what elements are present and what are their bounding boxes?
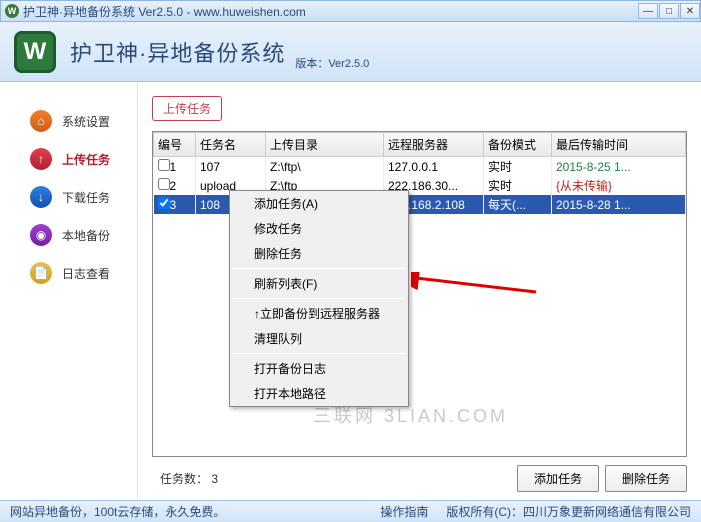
close-button[interactable]: ✕ xyxy=(680,3,700,19)
download-icon: ↓ xyxy=(30,186,52,208)
sidebar: ⌂ 系统设置 ↑ 上传任务 ↓ 下载任务 ◉ 本地备份 📄 日志查看 xyxy=(0,82,138,500)
sidebar-item-log[interactable]: 📄 日志查看 xyxy=(0,254,137,292)
upload-icon: ↑ xyxy=(30,148,52,170)
titlebar-text: 护卫神·异地备份系统 Ver2.5.0 - www.huweishen.com xyxy=(23,3,637,20)
row-checkbox[interactable] xyxy=(158,178,170,190)
col-id[interactable]: 编号 xyxy=(154,133,196,157)
cell-mode: 每天(... xyxy=(484,195,552,214)
cell-mode: 实时 xyxy=(484,157,552,177)
bottom-bar: 任务数： 3 添加任务 删除任务 xyxy=(152,457,687,492)
cell-time: 2015-8-28 1... xyxy=(552,195,686,214)
upload-task-button[interactable]: 上传任务 xyxy=(152,96,222,121)
menu-item[interactable]: 刷新列表(F) xyxy=(230,271,408,296)
menu-item[interactable]: 清理队列 xyxy=(230,326,408,351)
sidebar-item-local[interactable]: ◉ 本地备份 xyxy=(0,216,137,254)
menu-item[interactable]: ↑立即备份到远程服务器 xyxy=(230,301,408,326)
task-count: 任务数： 3 xyxy=(152,470,511,487)
sidebar-item-label: 本地备份 xyxy=(62,227,110,244)
col-name[interactable]: 任务名 xyxy=(196,133,266,157)
logo-icon: W xyxy=(14,31,56,73)
context-menu: 添加任务(A)修改任务删除任务刷新列表(F) ↑立即备份到远程服务器清理队列打开备… xyxy=(229,190,409,407)
app-version: 版本：Ver2.5.0 xyxy=(295,55,369,71)
footer-guide[interactable]: 操作指南 xyxy=(380,503,428,520)
sidebar-item-label: 日志查看 xyxy=(62,265,110,282)
cell-name: 107 xyxy=(196,157,266,177)
sidebar-item-upload[interactable]: ↑ 上传任务 xyxy=(0,140,137,178)
house-icon: ⌂ xyxy=(30,110,52,132)
add-task-button[interactable]: 添加任务 xyxy=(517,465,599,492)
minimize-button[interactable]: — xyxy=(638,3,658,19)
arrow-annotation xyxy=(411,272,541,302)
menu-item[interactable]: 打开本地路径 xyxy=(230,381,408,406)
app-header: W 护卫神·异地备份系统 版本：Ver2.5.0 xyxy=(0,22,701,82)
content-area: 上传任务 编号 任务名 上传目录 远程服务器 备份模式 最后传输时间 1107Z… xyxy=(138,82,701,500)
menu-item[interactable]: 打开备份日志 xyxy=(230,356,408,381)
task-table: 编号 任务名 上传目录 远程服务器 备份模式 最后传输时间 1107Z:\ftp… xyxy=(152,131,687,457)
table-row[interactable]: 1107Z:\ftp\127.0.0.1实时2015-8-25 1... xyxy=(154,157,686,177)
menu-separator xyxy=(232,353,406,354)
sidebar-item-label: 下载任务 xyxy=(62,189,110,206)
menu-separator xyxy=(232,268,406,269)
menu-item[interactable]: 修改任务 xyxy=(230,216,408,241)
cell-dir: Z:\ftp\ xyxy=(266,157,384,177)
log-icon: 📄 xyxy=(30,262,52,284)
menu-item[interactable]: 删除任务 xyxy=(230,241,408,266)
menu-item[interactable]: 添加任务(A) xyxy=(230,191,408,216)
status-bar: 网站异地备份，100t云存储，永久免费。 操作指南 版权所有(C)：四川万象更新… xyxy=(0,500,701,522)
maximize-button[interactable]: □ xyxy=(659,3,679,19)
col-mode[interactable]: 备份模式 xyxy=(484,133,552,157)
cell-server: 127.0.0.1 xyxy=(384,157,484,177)
row-checkbox[interactable] xyxy=(158,159,170,171)
app-title: 护卫神·异地备份系统 xyxy=(70,36,285,68)
col-time[interactable]: 最后传输时间 xyxy=(552,133,686,157)
sidebar-item-download[interactable]: ↓ 下载任务 xyxy=(0,178,137,216)
app-icon: W xyxy=(5,4,19,18)
menu-separator xyxy=(232,298,406,299)
row-checkbox[interactable] xyxy=(158,197,170,209)
table-header-row: 编号 任务名 上传目录 远程服务器 备份模式 最后传输时间 xyxy=(154,133,686,157)
sidebar-item-label: 上传任务 xyxy=(62,151,110,168)
cell-mode: 实时 xyxy=(484,176,552,195)
delete-task-button[interactable]: 删除任务 xyxy=(605,465,687,492)
cell-time: {从未传输} xyxy=(552,176,686,195)
sidebar-item-label: 系统设置 xyxy=(62,113,110,130)
cell-time: 2015-8-25 1... xyxy=(552,157,686,177)
sidebar-item-settings[interactable]: ⌂ 系统设置 xyxy=(0,102,137,140)
col-server[interactable]: 远程服务器 xyxy=(384,133,484,157)
footer-left: 网站异地备份，100t云存储，永久免费。 xyxy=(10,503,380,520)
footer-copyright: 版权所有(C)：四川万象更新网络通信有限公司 xyxy=(446,503,691,520)
disk-icon: ◉ xyxy=(30,224,52,246)
titlebar: W 护卫神·异地备份系统 Ver2.5.0 - www.huweishen.co… xyxy=(0,0,701,22)
col-dir[interactable]: 上传目录 xyxy=(266,133,384,157)
